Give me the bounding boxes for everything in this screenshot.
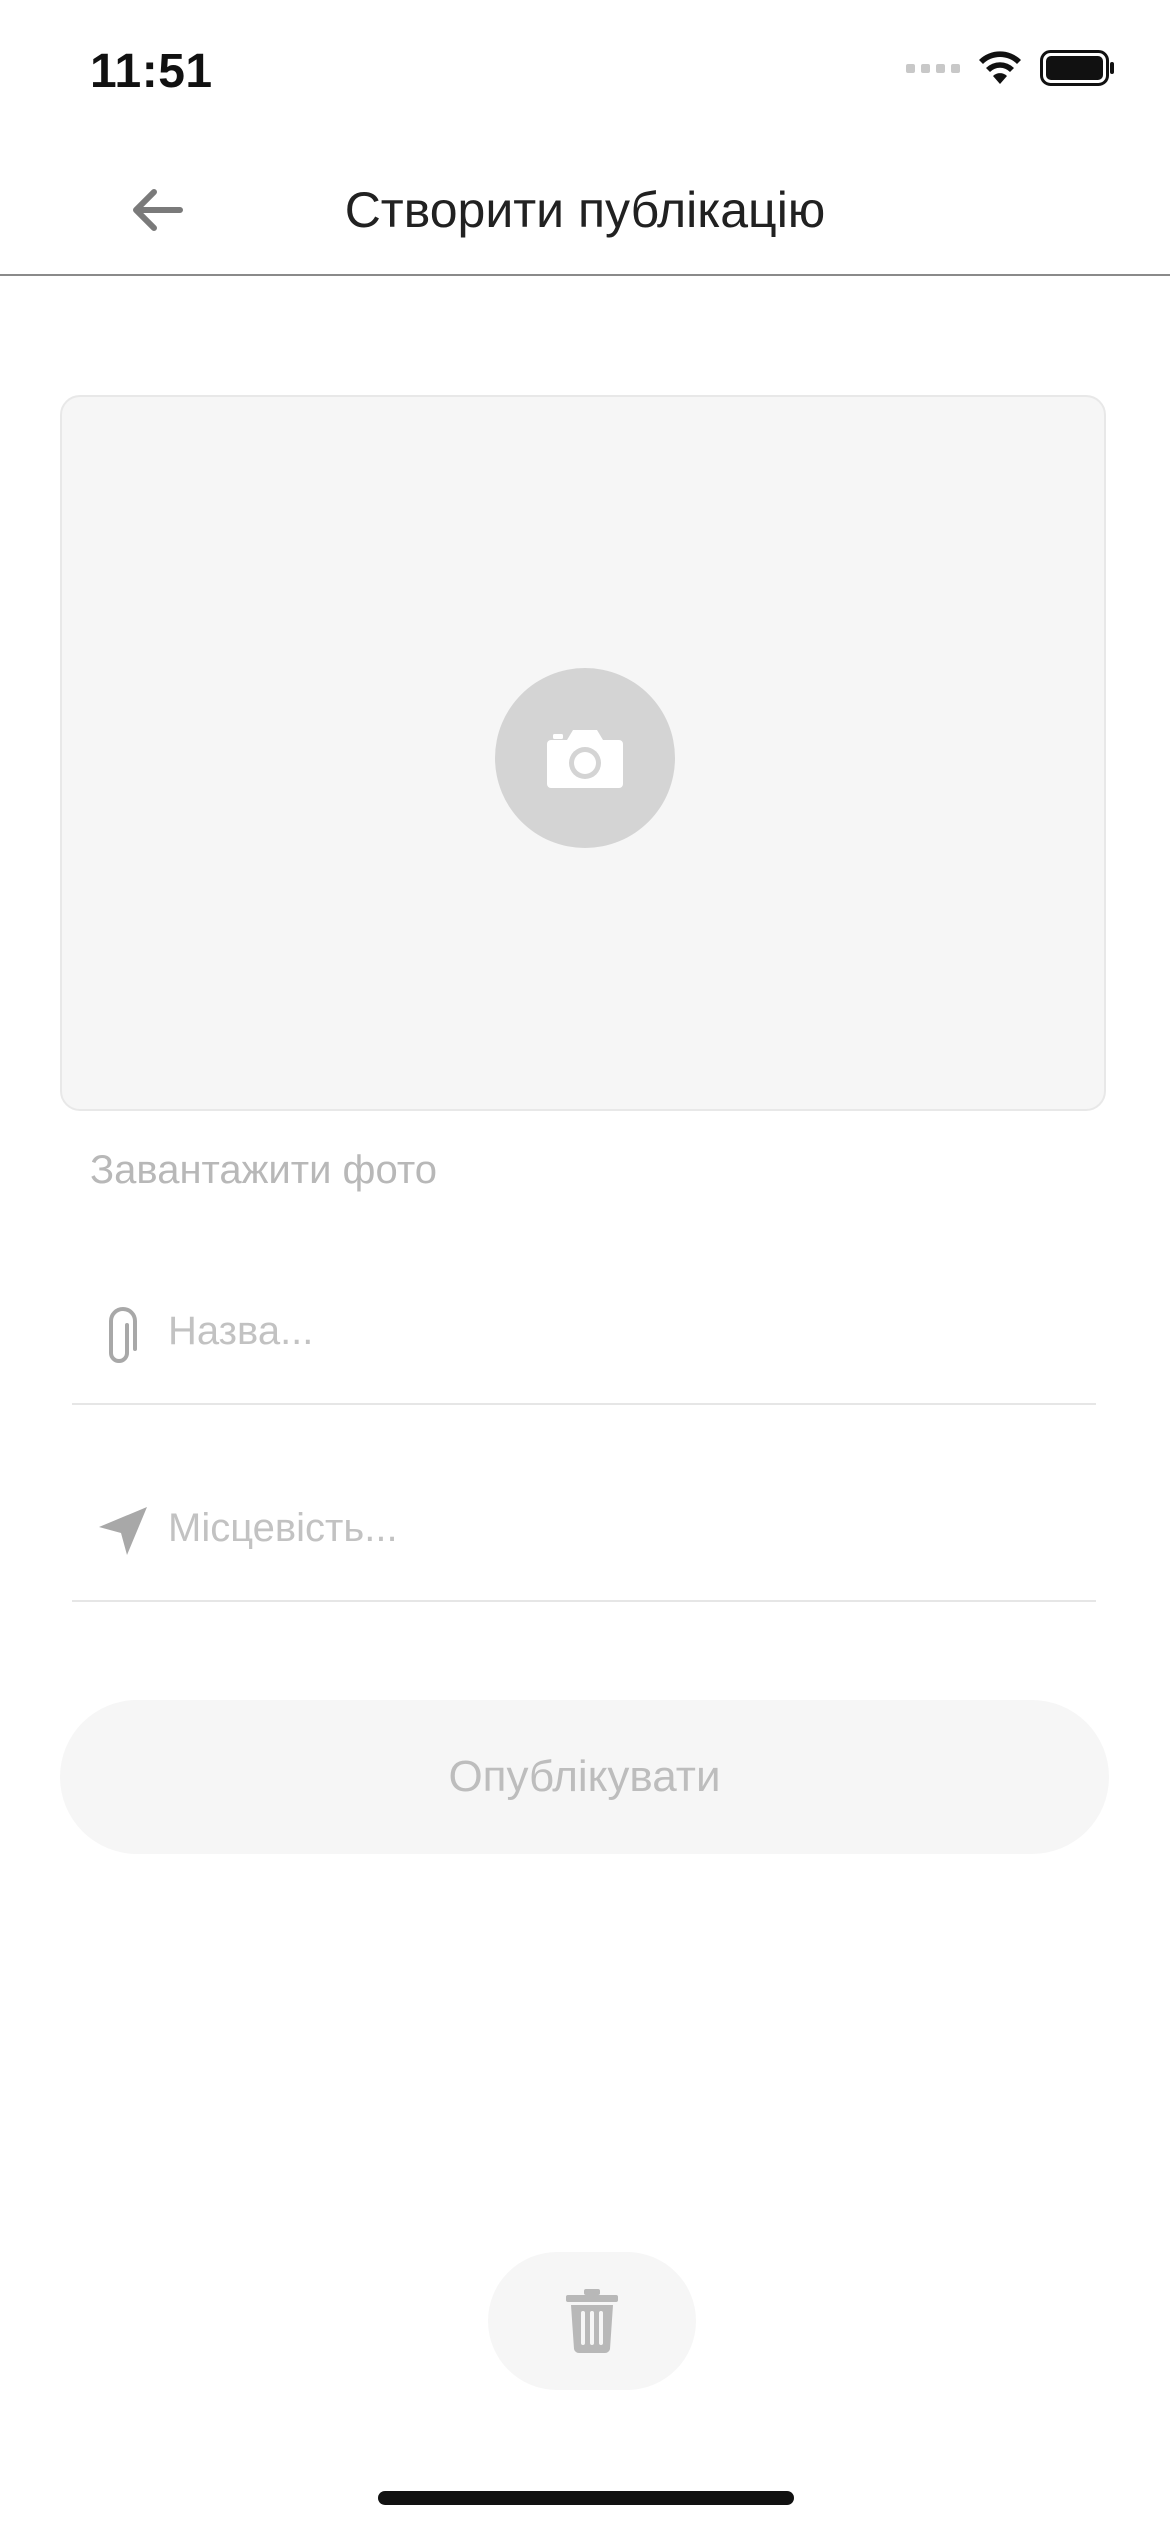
page-title: Створити публікацію xyxy=(344,182,826,238)
location-arrow-icon xyxy=(96,1504,150,1558)
upload-photo-button[interactable] xyxy=(495,668,675,848)
location-field-row xyxy=(72,1462,1096,1602)
trash-icon xyxy=(566,2289,618,2354)
cellular-signal-icon xyxy=(906,63,960,73)
header: Створити публікацію xyxy=(0,140,1170,276)
paperclip-icon xyxy=(96,1307,150,1363)
battery-icon xyxy=(1040,50,1114,86)
camera-icon xyxy=(547,730,623,788)
delete-button[interactable] xyxy=(488,2252,696,2390)
wifi-icon xyxy=(979,51,1021,84)
upload-photo-caption: Завантажити фото xyxy=(90,1148,437,1192)
name-input[interactable] xyxy=(168,1301,1068,1361)
location-input[interactable] xyxy=(168,1498,1068,1558)
home-indicator[interactable] xyxy=(378,2491,794,2505)
photo-upload-area[interactable] xyxy=(60,395,1106,1111)
publish-button[interactable]: Опублікувати xyxy=(60,1700,1109,1854)
name-field-row xyxy=(72,1265,1096,1405)
create-post-screen: 11:51 Створити публікацію Завантажити фо… xyxy=(0,0,1170,2532)
status-time: 11:51 xyxy=(90,45,213,98)
status-icons xyxy=(906,50,1116,86)
